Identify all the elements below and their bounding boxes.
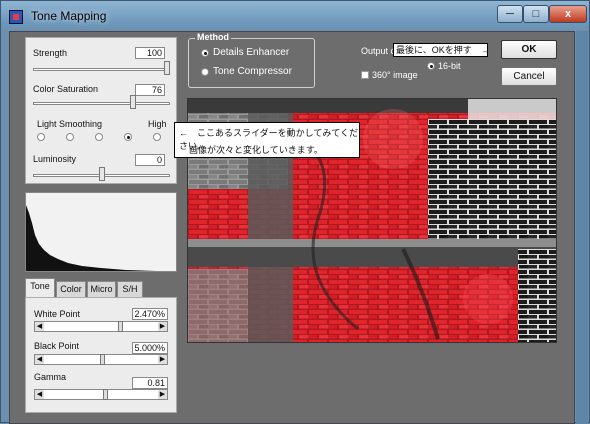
gamma-slider-thumb[interactable] (103, 389, 108, 400)
saturation-label: Color Saturation (33, 84, 99, 94)
adjustment-panel: Strength 100 Color Saturation 76 Light S… (25, 37, 177, 184)
smoothing-radio-3[interactable] (95, 133, 103, 141)
arrow-right-icon[interactable]: ▶ (158, 322, 167, 331)
smoothing-radio-1[interactable] (37, 133, 45, 141)
16-bit-radio[interactable] (427, 62, 435, 70)
method-legend: Method (195, 32, 231, 42)
gamma-slider[interactable]: ◀ ▶ (34, 389, 168, 400)
adjustment-tabs: Tone Color Micro S/H (25, 278, 177, 298)
gamma-label: Gamma (34, 372, 67, 382)
histogram-graph (26, 205, 156, 271)
luminosity-slider-thumb[interactable] (99, 167, 105, 181)
ok-hint-callout: 最後に、OKを押す → (393, 43, 490, 57)
maximize-button[interactable]: □ (523, 5, 549, 23)
smoothing-radio-2[interactable] (66, 133, 74, 141)
output-label: Output o (361, 46, 396, 56)
cancel-button[interactable]: Cancel (501, 67, 557, 86)
tone-compressor-label[interactable]: Tone Compressor (213, 66, 292, 77)
strength-value[interactable]: 100 (135, 47, 165, 59)
black-point-value[interactable]: 5.000% (132, 342, 168, 354)
light-smoothing-label: Light Smoothing (37, 119, 103, 129)
luminosity-label: Luminosity (33, 154, 77, 164)
gamma-value[interactable]: 0.81 (132, 377, 168, 389)
tone-tab-panel: White Point 2.470% ◀ ▶ Black Point 5.000… (25, 297, 177, 413)
method-group: Method Details Enhancer Tone Compressor (188, 32, 315, 88)
luminosity-value[interactable]: 0 (135, 154, 165, 166)
details-enhancer-label[interactable]: Details Enhancer (213, 47, 289, 58)
saturation-slider[interactable] (33, 102, 170, 105)
smoothing-radio-5[interactable] (153, 133, 161, 141)
360-image-checkbox[interactable] (361, 71, 369, 79)
window-title: Tone Mapping (31, 9, 107, 23)
details-enhancer-radio[interactable] (201, 49, 209, 57)
saturation-value[interactable]: 76 (135, 84, 165, 96)
tab-color[interactable]: Color (56, 281, 86, 297)
close-button[interactable]: x (549, 5, 587, 23)
slider-hint-line2: 画像が次々と変化していきます。 (189, 145, 323, 155)
light-smoothing-high-label: High (148, 119, 167, 129)
tab-micro[interactable]: Micro (87, 281, 116, 297)
black-point-slider-thumb[interactable] (100, 354, 105, 365)
arrow-right-icon[interactable]: ▶ (158, 355, 167, 364)
strength-label: Strength (33, 48, 68, 58)
arrow-left-icon[interactable]: ◀ (35, 355, 44, 364)
tone-compressor-radio[interactable] (201, 68, 209, 76)
tab-sh[interactable]: S/H (117, 281, 143, 297)
arrow-left-icon[interactable]: ◀ (35, 322, 44, 331)
ok-button[interactable]: OK (501, 40, 557, 59)
smoothing-radio-4[interactable] (124, 133, 132, 141)
black-point-label: Black Point (34, 341, 80, 351)
tab-tone[interactable]: Tone (25, 278, 55, 297)
white-point-slider[interactable]: ◀ ▶ (34, 321, 168, 332)
white-point-value[interactable]: 2.470% (132, 308, 168, 320)
saturation-slider-thumb[interactable] (130, 95, 136, 109)
white-point-slider-thumb[interactable] (118, 321, 123, 332)
histogram (25, 192, 177, 272)
16-bit-label[interactable]: 16-bit (438, 61, 461, 71)
strength-slider-thumb[interactable] (164, 61, 170, 75)
360-image-label[interactable]: 360° image (372, 70, 418, 80)
black-point-slider[interactable]: ◀ ▶ (34, 354, 168, 365)
tone-mapping-window: Tone Mapping ─ □ x Strength 100 Color Sa… (0, 0, 590, 424)
arrow-left-icon[interactable]: ◀ (35, 390, 44, 399)
minimize-button[interactable]: ─ (497, 5, 523, 23)
strength-slider[interactable] (33, 68, 170, 71)
window-edge (576, 31, 588, 424)
app-icon (9, 10, 23, 24)
white-point-label: White Point (34, 309, 81, 319)
slider-hint-callout: ← ここあるスライダーを動かしてみてください。 画像が次々と変化していきます。 (174, 122, 360, 158)
arrow-right-icon[interactable]: ▶ (158, 390, 167, 399)
title-bar[interactable]: Tone Mapping ─ □ x (1, 1, 589, 31)
dialog-body: Strength 100 Color Saturation 76 Light S… (9, 31, 575, 424)
